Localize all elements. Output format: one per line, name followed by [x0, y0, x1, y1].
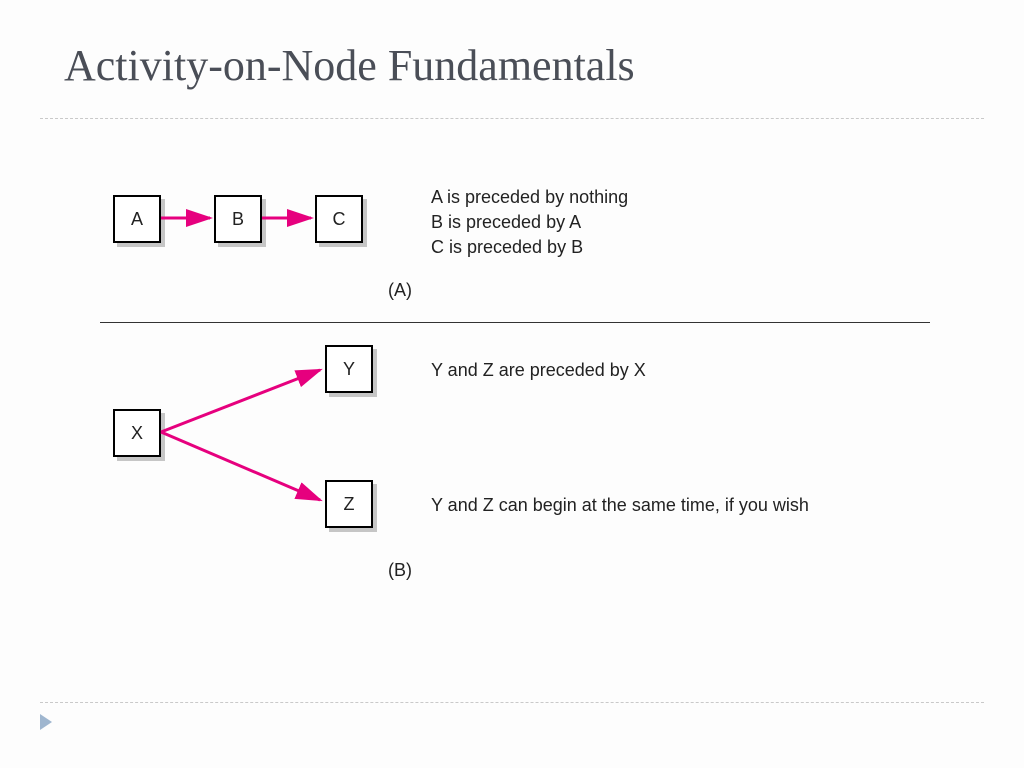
diagram-a-description: A is preceded by nothing B is preceded b… — [431, 185, 628, 261]
diagram-b-label: (B) — [388, 560, 412, 581]
title-divider — [40, 118, 984, 119]
footer-divider — [40, 702, 984, 703]
diagram-b-description-bottom: Y and Z can begin at the same time, if y… — [431, 493, 809, 518]
node-z: Z — [325, 480, 373, 528]
section-divider — [100, 322, 930, 323]
page-title: Activity-on-Node Fundamentals — [64, 40, 635, 91]
node-y: Y — [325, 345, 373, 393]
node-c: C — [315, 195, 363, 243]
play-bullet-icon — [40, 714, 52, 730]
diagram-a-label: (A) — [388, 280, 412, 301]
node-b: B — [214, 195, 262, 243]
node-a: A — [113, 195, 161, 243]
arrow-x-to-z — [161, 432, 320, 500]
arrow-x-to-y — [161, 370, 320, 432]
diagram-b-description-top: Y and Z are preceded by X — [431, 358, 646, 383]
node-x: X — [113, 409, 161, 457]
arrows-layer — [0, 0, 1024, 768]
